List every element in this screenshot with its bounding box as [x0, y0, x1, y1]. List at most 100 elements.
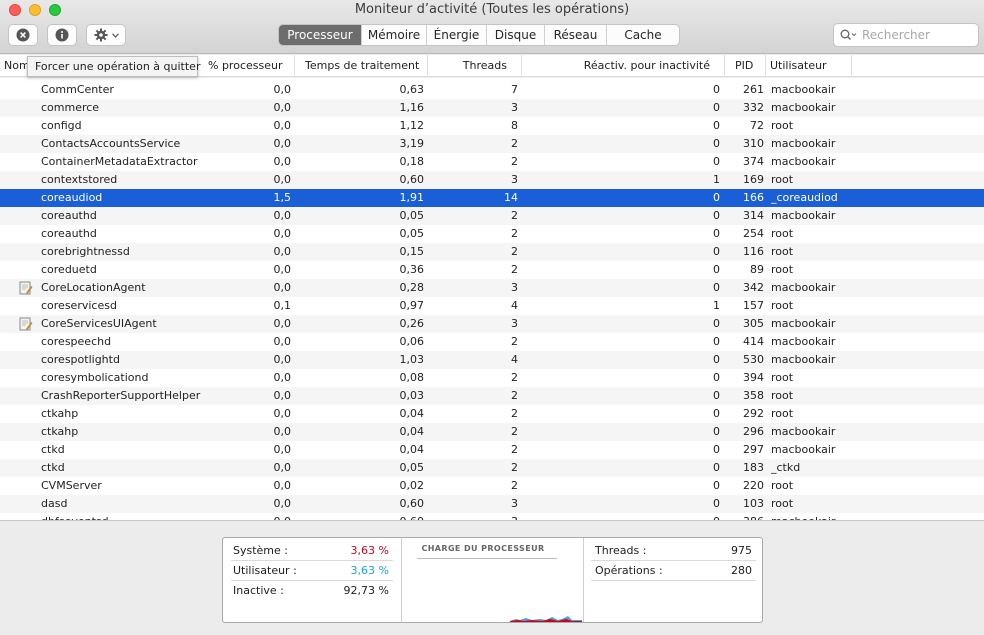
process-pid: 254 — [743, 227, 764, 240]
process-cpu: 0,0 — [273, 353, 292, 366]
process-threads: 2 — [511, 263, 518, 276]
tab-reseau[interactable]: Réseau — [544, 25, 606, 45]
process-row[interactable]: CoreServicesUIAgent 0,0 0,26 3 0 305 macbookai… — [0, 315, 984, 333]
process-pid: 116 — [743, 245, 764, 258]
process-cpu-time: 0,60 — [295, 513, 425, 520]
process-name: CoreLocationAgent — [41, 281, 146, 294]
tab-memoire[interactable]: Mémoire — [361, 25, 426, 45]
process-cpu-time: 0,05 — [399, 461, 425, 474]
process-row[interactable]: coreduetd 0,0 0,36 2 0 89 root — [0, 261, 984, 279]
process-threads: 3 — [511, 101, 518, 114]
process-row[interactable]: coreauthd 0,0 0,05 2 0 314 macbookair — [0, 207, 984, 225]
process-row[interactable]: dbfseventsd0,00,6030 386 macbookair — [0, 513, 984, 520]
operations-value: 280 — [731, 564, 752, 577]
tab-disque[interactable]: Disque — [486, 25, 544, 45]
process-pid: 297 — [743, 443, 764, 456]
process-cpu: 1,5 — [273, 191, 292, 204]
process-cpu: 0,0 — [273, 317, 292, 330]
force-quit-button[interactable] — [8, 24, 38, 46]
process-table: CommCenter 0,0 0,63 7 0 261 macbookair commerce… — [0, 78, 984, 520]
process-user: root — [771, 407, 794, 420]
process-name: CrashReporterSupportHelper — [41, 389, 201, 402]
process-row[interactable]: corebrightnessd 0,0 0,15 2 0 116 root — [0, 243, 984, 261]
process-user: macbookair — [771, 317, 836, 330]
process-idle-wakeups: 0 — [713, 389, 720, 402]
process-row[interactable]: ctkahp 0,0 0,04 2 0 292 root — [0, 405, 984, 423]
process-user: root — [771, 371, 794, 384]
column-cpu[interactable]: % processeur — [200, 55, 295, 77]
process-cpu-time: 0,28 — [399, 281, 425, 294]
process-row[interactable]: CommCenter 0,0 0,63 7 0 261 macbookair — [0, 81, 984, 99]
process-threads: 2 — [511, 479, 518, 492]
process-idle-wakeups: 0 — [713, 371, 720, 384]
process-idle-wakeups: 0 — [713, 209, 720, 222]
process-row[interactable]: configd 0,0 1,12 8 0 72 root — [0, 117, 984, 135]
process-row[interactable]: coreauthd 0,0 0,05 2 0 254 root — [0, 225, 984, 243]
tab-processeur[interactable]: Processeur — [279, 25, 361, 45]
process-user: macbookair — [771, 513, 881, 520]
process-idle-wakeups: 1 — [713, 173, 720, 186]
process-cpu-time: 0,63 — [399, 83, 425, 96]
process-user: root — [771, 479, 794, 492]
process-user: root — [771, 263, 794, 276]
process-name: configd — [41, 119, 82, 132]
process-idle-wakeups: 0 — [713, 443, 720, 456]
column-cpu-time[interactable]: Temps de traitement — [295, 55, 428, 77]
process-idle-wakeups: 1 — [713, 299, 720, 312]
process-pid: 305 — [743, 317, 764, 330]
process-cpu-time: 0,04 — [399, 443, 425, 456]
idle-value: 92,73 % — [343, 584, 389, 597]
process-name: dbfseventsd — [41, 513, 201, 520]
process-cpu-time: 0,08 — [399, 371, 425, 384]
process-row[interactable]: CrashReporterSupportHelper 0,0 0,03 2 0 358 ro… — [0, 387, 984, 405]
process-cpu: 0,1 — [273, 299, 292, 312]
process-row[interactable]: ctkd 0,0 0,05 2 0 183 _ctkd — [0, 459, 984, 477]
action-menu-button[interactable] — [86, 24, 126, 46]
gear-icon — [94, 28, 107, 42]
tab-energie[interactable]: Énergie — [426, 25, 486, 45]
process-idle-wakeups: 0 — [713, 497, 720, 510]
process-pid: 314 — [743, 209, 764, 222]
column-threads[interactable]: Threads — [428, 55, 522, 77]
process-row[interactable]: ContainerMetadataExtractor 0,0 0,18 2 0 374 ma… — [0, 153, 984, 171]
toolbar: Moniteur d’activité (Toutes les opératio… — [0, 0, 984, 54]
tab-cache[interactable]: Cache — [606, 25, 679, 45]
process-row[interactable]: coreaudiod 1,5 1,91 14 0 166 _coreaudiod — [0, 189, 984, 207]
process-name: ctkd — [41, 461, 65, 474]
inspect-button[interactable] — [47, 24, 77, 46]
process-row[interactable]: corespotlightd 0,0 1,03 4 0 530 macbookair — [0, 351, 984, 369]
process-row[interactable]: ContactsAccountsService 0,0 3,19 2 0 310 macbo… — [0, 135, 984, 153]
search-input[interactable] — [862, 28, 970, 42]
process-row[interactable]: CoreLocationAgent 0,0 0,28 3 0 342 macbookair — [0, 279, 984, 297]
process-user: _coreaudiod — [771, 191, 838, 204]
search-field[interactable] — [833, 23, 979, 47]
process-row[interactable]: ctkd 0,0 0,04 2 0 297 macbookair — [0, 441, 984, 459]
process-cpu: 0,0 — [273, 263, 292, 276]
process-cpu-time: 0,60 — [399, 497, 425, 510]
process-row[interactable]: corespeechd 0,0 0,06 2 0 414 macbookair — [0, 333, 984, 351]
idle-label: Inactive : — [233, 584, 284, 597]
process-cpu-time: 1,03 — [399, 353, 425, 366]
process-row[interactable]: coresymbolicationd 0,0 0,08 2 0 394 root — [0, 369, 984, 387]
process-name: corebrightnessd — [41, 245, 130, 258]
process-row[interactable]: dasd 0,0 0,60 3 0 103 root — [0, 495, 984, 513]
column-pid[interactable]: PID — [725, 55, 766, 77]
process-row[interactable]: coreservicesd 0,1 0,97 4 1 157 root — [0, 297, 984, 315]
process-user: macbookair — [771, 137, 836, 150]
process-cpu: 0,0 — [273, 389, 292, 402]
process-cpu-time: 0,05 — [399, 227, 425, 240]
close-circle-icon — [16, 28, 30, 42]
process-row[interactable]: CVMServer 0,0 0,02 2 0 220 root — [0, 477, 984, 495]
process-name: coreaudiod — [41, 191, 103, 204]
process-row[interactable]: commerce 0,0 1,16 3 0 332 macbookair — [0, 99, 984, 117]
process-cpu: 0,0 — [273, 137, 292, 150]
process-row[interactable]: ctkahp 0,0 0,04 2 0 296 macbookair — [0, 423, 984, 441]
process-idle-wakeups: 0 — [713, 119, 720, 132]
process-idle-wakeups: 0 — [713, 407, 720, 420]
process-name: ctkahp — [41, 425, 79, 438]
process-name: dasd — [41, 497, 68, 510]
process-row[interactable]: contextstored 0,0 0,60 3 1 169 root — [0, 171, 984, 189]
process-pid: 296 — [743, 425, 764, 438]
column-user[interactable]: Utilisateur — [766, 55, 852, 77]
column-idle-wakeups[interactable]: Réactiv. pour inactivité — [522, 55, 725, 77]
